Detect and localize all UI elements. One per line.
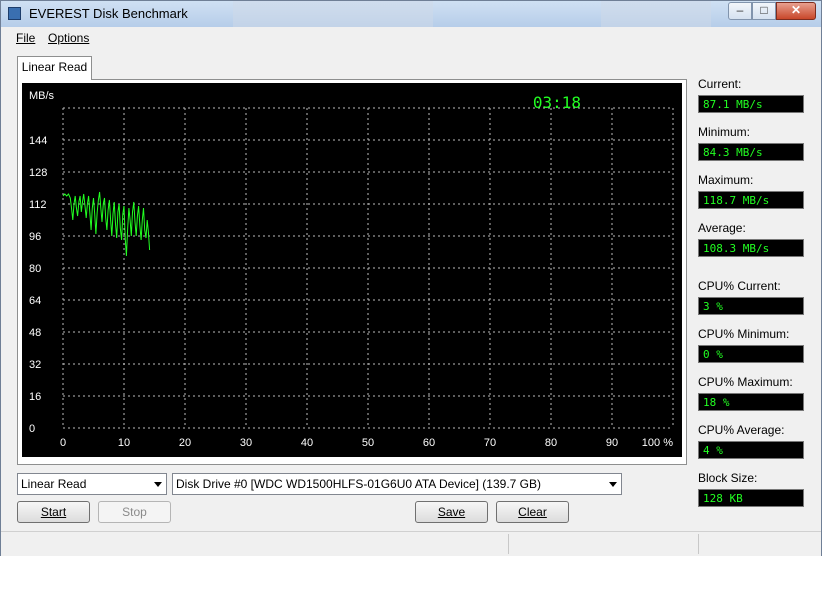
stat-value: 84.3 MB/s (698, 143, 804, 161)
menu-options[interactable]: Options (48, 31, 89, 45)
save-button[interactable]: Save (415, 501, 488, 523)
chevron-down-icon (154, 482, 162, 487)
test-type-value: Linear Read (21, 477, 87, 491)
stat-value: 18 % (698, 393, 804, 411)
drive-value: Disk Drive #0 [WDC WD1500HLFS-01G6U0 ATA… (176, 477, 542, 491)
x-tick-label: 30 (240, 437, 252, 449)
read-speed-line (62, 191, 151, 257)
x-tick-label: 20 (179, 437, 191, 449)
stat-label: Maximum: (698, 173, 754, 187)
save-label: Save (437, 505, 466, 519)
test-type-select[interactable]: Linear Read (17, 473, 167, 495)
menu-file-label: File (16, 31, 36, 45)
menu-file[interactable]: File (16, 31, 35, 45)
y-tick-label: 96 (29, 231, 41, 243)
benchmark-chart: 0 16 32 48 64 80 96 112 128 144 MB/s 0 10 20 30 40 50 60 7… (22, 83, 682, 457)
stop-button[interactable]: Stop (98, 501, 171, 523)
y-tick-label: 48 (29, 327, 41, 339)
x-tick-label: 80 (545, 437, 557, 449)
y-tick-label: 0 (29, 423, 35, 435)
menu-options-label: Options (48, 31, 90, 45)
stat-value: 118.7 MB/s (698, 191, 804, 209)
y-tick-label: 80 (29, 263, 41, 275)
x-tick-label: 50 (362, 437, 374, 449)
clear-button[interactable]: Clear (496, 501, 569, 523)
x-tick-label: 70 (484, 437, 496, 449)
stat-value: 0 % (698, 345, 804, 363)
x-unit-label: 100 % (642, 437, 673, 449)
y-tick-label: 16 (29, 391, 41, 403)
minimize-button[interactable]: – (728, 2, 752, 20)
y-axis-label: MB/s (29, 90, 55, 102)
maximize-button[interactable]: □ (752, 2, 776, 20)
stat-value: 3 % (698, 297, 804, 315)
close-button[interactable]: ✕ (776, 2, 816, 20)
start-button[interactable]: Start (17, 501, 90, 523)
stat-value: 4 % (698, 441, 804, 459)
title-bar[interactable]: EVEREST Disk Benchmark – □ ✕ (1, 1, 821, 27)
stat-label: Minimum: (698, 125, 751, 139)
tab-linear-read[interactable]: Linear Read (17, 56, 92, 80)
status-separator (508, 534, 509, 554)
status-bar (1, 531, 821, 556)
y-tick-label: 144 (29, 135, 47, 147)
x-tick-label: 10 (118, 437, 130, 449)
background-window-strip (601, 1, 711, 27)
stat-label: Current: (698, 77, 742, 91)
stat-label: CPU% Current: (698, 279, 781, 293)
x-tick-label: 40 (301, 437, 313, 449)
status-separator (698, 534, 699, 554)
clear-label: Clear (518, 505, 547, 519)
chevron-down-icon (609, 482, 617, 487)
background-window-strip (233, 1, 433, 27)
x-tick-label: 90 (606, 437, 618, 449)
y-tick-label: 128 (29, 167, 47, 179)
stat-label: CPU% Average: (698, 423, 785, 437)
menu-bar: File Options (1, 28, 821, 48)
stat-value: 108.3 MB/s (698, 239, 804, 257)
stat-label: Average: (698, 221, 746, 235)
start-label: Start (40, 505, 67, 519)
elapsed-timer: 03:18 (533, 93, 581, 112)
x-tick-label: 60 (423, 437, 435, 449)
app-icon (8, 7, 21, 20)
y-tick-label: 64 (29, 295, 41, 307)
stat-value: 128 KB (698, 489, 804, 507)
stat-label: CPU% Minimum: (698, 327, 790, 341)
y-tick-label: 112 (29, 199, 47, 211)
y-tick-label: 32 (29, 359, 41, 371)
x-tick-label: 0 (60, 437, 66, 449)
window-title: EVEREST Disk Benchmark (29, 6, 188, 21)
benchmark-window: EVEREST Disk Benchmark – □ ✕ File Option… (0, 0, 822, 556)
drive-select[interactable]: Disk Drive #0 [WDC WD1500HLFS-01G6U0 ATA… (172, 473, 622, 495)
stat-value: 87.1 MB/s (698, 95, 804, 113)
chart-svg: 0 16 32 48 64 80 96 112 128 144 MB/s 0 10 20 30 40 50 60 7… (29, 90, 674, 449)
stat-label: CPU% Maximum: (698, 375, 793, 389)
stat-label: Block Size: (698, 471, 758, 485)
